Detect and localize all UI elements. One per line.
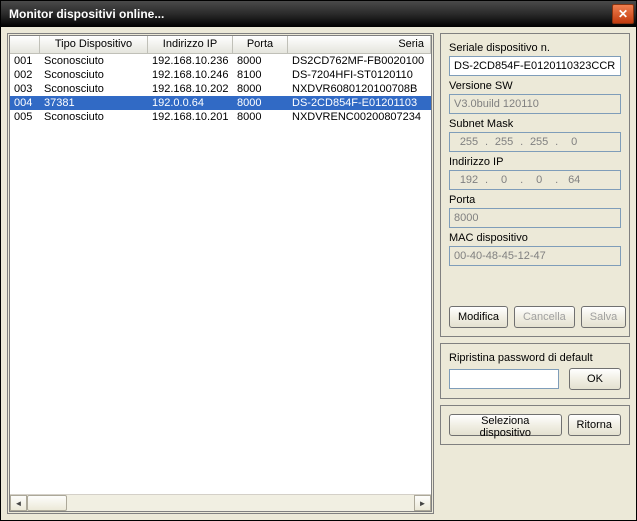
cell: NXDVRENC00200807234 [288, 111, 431, 123]
table-row[interactable]: 003Sconosciuto192.168.10.2028000NXDVR608… [10, 82, 431, 96]
col-header-index[interactable] [10, 36, 40, 53]
cell: 192.0.0.64 [148, 97, 233, 109]
cell: DS2CD762MF-FB0020100 [288, 55, 431, 67]
cell: DS-7204HFI-ST0120110 [288, 69, 431, 81]
ip-label: Indirizzo IP [449, 156, 621, 168]
cell: 8000 [233, 111, 288, 123]
scroll-right-button[interactable]: ► [414, 495, 431, 511]
cell: 192.168.10.246 [148, 69, 233, 81]
table-row[interactable]: 001Sconosciuto192.168.10.2368000DS2CD762… [10, 54, 431, 68]
device-table: Tipo Dispositivo Indirizzo IP Porta Seri… [9, 35, 432, 512]
cell: 8000 [233, 83, 288, 95]
details-panel: Seriale dispositivo n. Versione SW Subne… [440, 33, 630, 514]
col-header-serial[interactable]: Seria [288, 36, 431, 53]
cell: 192.168.10.236 [148, 55, 233, 67]
cell: 8000 [233, 55, 288, 67]
cell: 8100 [233, 69, 288, 81]
horizontal-scrollbar[interactable]: ◄ ► [10, 494, 431, 511]
scroll-left-button[interactable]: ◄ [10, 495, 27, 511]
cell: 001 [10, 55, 40, 67]
subnet-label: Subnet Mask [449, 118, 621, 130]
mac-input [449, 246, 621, 266]
window: Monitor dispositivi online... ✕ Tipo Dis… [0, 0, 637, 521]
cell: DS-2CD854F-E01201103 [288, 97, 431, 109]
subnet-input: 255. 255. 255. 0 [449, 132, 621, 152]
bottom-button-row: Seleziona dispositivo Ritorna [449, 414, 621, 436]
restore-password-row: OK [449, 368, 621, 390]
cell: 004 [10, 97, 40, 109]
ip-input: 192. 0. 0. 64 [449, 170, 621, 190]
cell: 002 [10, 69, 40, 81]
serial-label: Seriale dispositivo n. [449, 42, 621, 54]
cell: Sconosciuto [40, 55, 148, 67]
ok-button[interactable]: OK [569, 368, 621, 390]
titlebar: Monitor dispositivi online... ✕ [1, 1, 636, 27]
serial-input[interactable] [449, 56, 621, 76]
cell: 192.168.10.202 [148, 83, 233, 95]
modify-button[interactable]: Modifica [449, 306, 508, 328]
table-row[interactable]: 005Sconosciuto192.168.10.2018000NXDVRENC… [10, 110, 431, 124]
version-input [449, 94, 621, 114]
bottom-button-group: Seleziona dispositivo Ritorna [440, 405, 630, 445]
delete-button[interactable]: Cancella [514, 306, 575, 328]
table-row[interactable]: 002Sconosciuto192.168.10.2468100DS-7204H… [10, 68, 431, 82]
cell: 8000 [233, 97, 288, 109]
col-header-port[interactable]: Porta [233, 36, 288, 53]
window-title: Monitor dispositivi online... [9, 7, 164, 21]
cell: Sconosciuto [40, 83, 148, 95]
port-input [449, 208, 621, 228]
mac-label: MAC dispositivo [449, 232, 621, 244]
cell: NXDVR6080120100708B [288, 83, 431, 95]
edit-button-row: Modifica Cancella Salva [449, 306, 621, 328]
close-button[interactable]: ✕ [612, 4, 634, 24]
cell: 192.168.10.201 [148, 111, 233, 123]
version-label: Versione SW [449, 80, 621, 92]
close-icon: ✕ [618, 7, 628, 21]
content: Tipo Dispositivo Indirizzo IP Porta Seri… [1, 27, 636, 520]
col-header-type[interactable]: Tipo Dispositivo [40, 36, 148, 53]
col-header-ip[interactable]: Indirizzo IP [148, 36, 233, 53]
scroll-thumb[interactable] [27, 495, 67, 511]
table-row[interactable]: 00437381192.0.0.648000DS-2CD854F-E012011… [10, 96, 431, 110]
restore-password-label: Ripristina password di default [449, 352, 621, 364]
device-details-group: Seriale dispositivo n. Versione SW Subne… [440, 33, 630, 337]
port-label: Porta [449, 194, 621, 206]
cell: 37381 [40, 97, 148, 109]
return-button[interactable]: Ritorna [568, 414, 621, 436]
table-header-row: Tipo Dispositivo Indirizzo IP Porta Seri… [10, 36, 431, 54]
table-body: 001Sconosciuto192.168.10.2368000DS2CD762… [10, 54, 431, 494]
save-button[interactable]: Salva [581, 306, 627, 328]
cell: Sconosciuto [40, 111, 148, 123]
restore-password-input[interactable] [449, 369, 559, 389]
cell: 003 [10, 83, 40, 95]
cell: Sconosciuto [40, 69, 148, 81]
scroll-track[interactable] [67, 495, 414, 511]
cell: 005 [10, 111, 40, 123]
select-device-button[interactable]: Seleziona dispositivo [449, 414, 562, 436]
restore-password-group: Ripristina password di default OK [440, 343, 630, 399]
device-list-panel: Tipo Dispositivo Indirizzo IP Porta Seri… [7, 33, 434, 514]
